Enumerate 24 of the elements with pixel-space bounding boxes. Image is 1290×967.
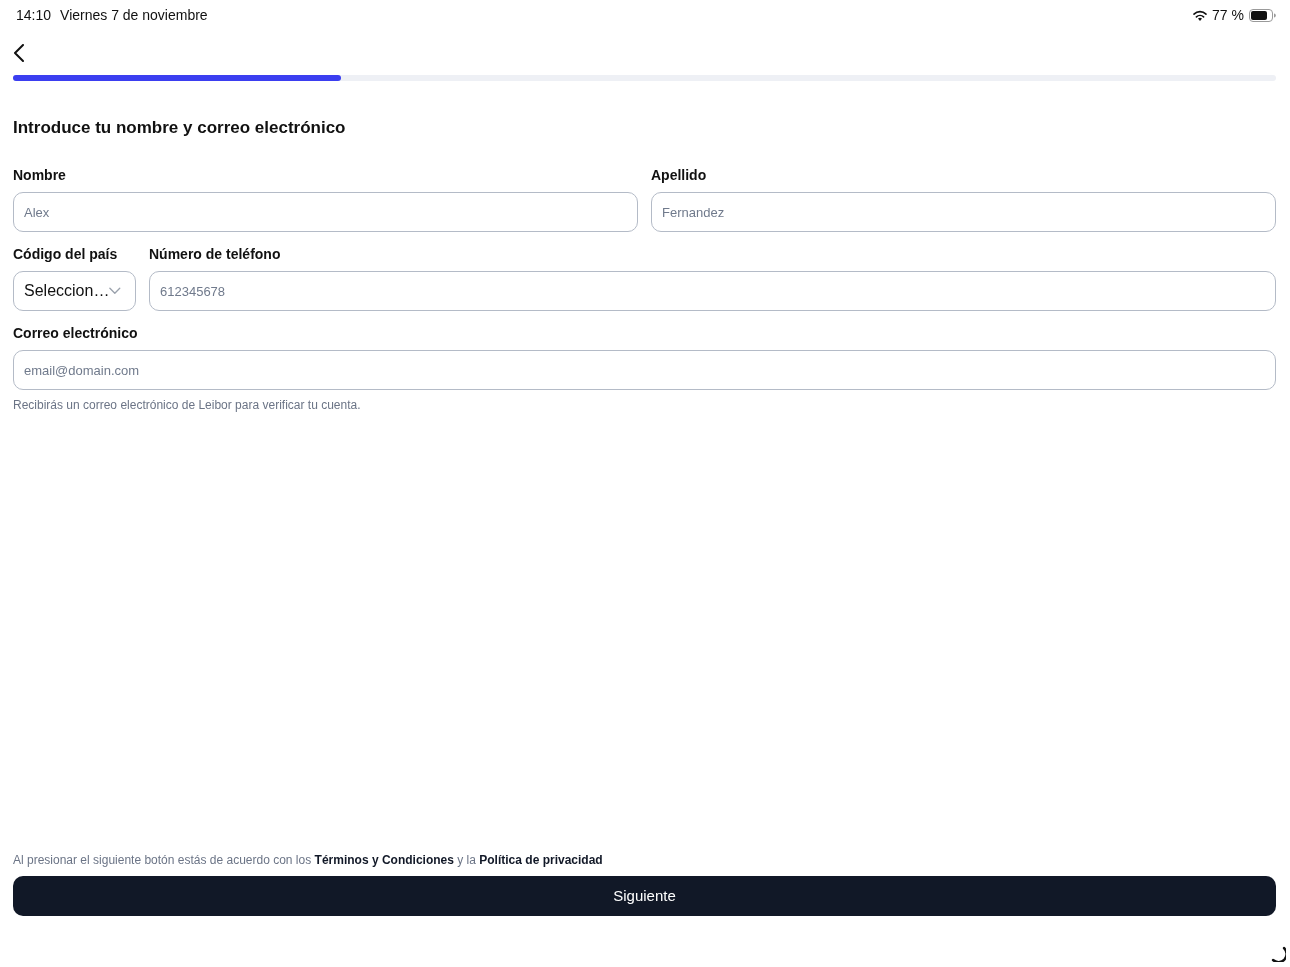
chevron-down-icon [109,287,121,295]
wifi-icon [1193,9,1208,21]
back-icon[interactable] [13,44,24,62]
terms-text: Al presionar el siguiente botón estás de acuerdo con los Términos y Condiciones y la Política de privacidad [13,853,604,868]
battery-percentage: 77 % [1212,5,1244,25]
input-field[interactable]: email@domain.com [13,350,1276,390]
field-label: Código del país [13,246,119,263]
text-link[interactable]: Política de privacidad [479,853,603,867]
arc-icon [1270,946,1286,962]
input-field[interactable]: 612345678 [149,271,1276,311]
text-link[interactable]: Términos y Condiciones [314,853,454,867]
page-title: Introduce tu nombre y correo electrónico [13,117,347,139]
battery-icon [1249,8,1276,22]
status-time: 14:10 [16,5,52,25]
field-label: Correo electrónico [13,325,139,342]
input-field[interactable]: Fernandez [651,192,1276,232]
field-label: Nombre [13,167,67,184]
field-label: Número de teléfono [149,246,282,263]
next-button[interactable]: Siguiente [13,876,1276,916]
status-date: Viernes 7 de noviembre [60,5,208,25]
helper-text: Recibirás un correo electrónico de Leibor para verificar tu cuenta. [13,398,362,413]
field-label: Apellido [651,167,708,184]
country-code-dropdown[interactable]: Seleccion… [13,271,136,311]
input-field[interactable]: Alex [13,192,638,232]
